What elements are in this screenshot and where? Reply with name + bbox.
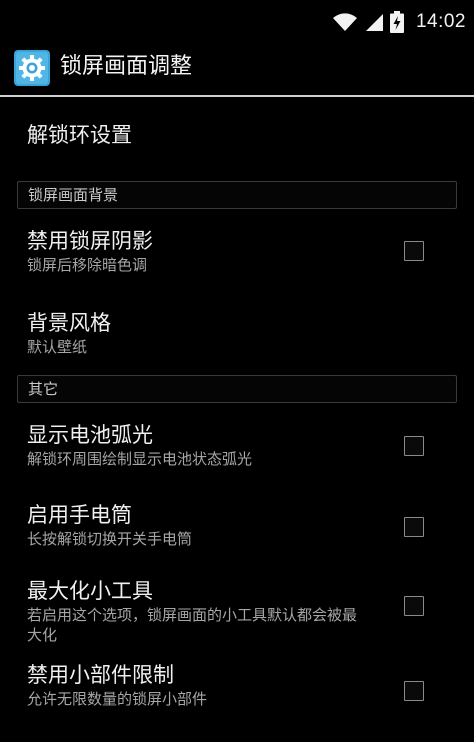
pref-summary: 锁屏后移除暗色调: [27, 256, 148, 274]
preference-list: 解锁环设置 锁屏画面背景 禁用锁屏阴影 锁屏后移除暗色调 背景风格 默认壁纸 其…: [0, 97, 474, 721]
page-title: 锁屏画面调整: [60, 54, 193, 79]
pref-summary: 解锁环周围绘制显示电池状态弧光: [27, 450, 253, 468]
pref-maximize-widgets[interactable]: 最大化小工具 若启用这个选项，锁屏画面的小工具默认都会被最大化: [0, 565, 474, 651]
pref-title: 背景风格: [27, 311, 111, 335]
wifi-icon: [332, 12, 358, 32]
pref-title: 解锁环设置: [27, 123, 132, 147]
pref-show-battery-arc[interactable]: 显示电池弧光 解锁环周围绘制显示电池状态弧光: [0, 403, 474, 485]
pref-background-style[interactable]: 背景风格 默认壁纸: [0, 293, 474, 375]
pref-summary: 允许无限数量的锁屏小部件: [27, 690, 208, 708]
pref-title: 启用手电筒: [27, 503, 132, 527]
pref-title: 最大化小工具: [27, 579, 153, 603]
signal-icon: [364, 12, 384, 32]
checkbox[interactable]: [404, 241, 424, 261]
pref-title: 显示电池弧光: [27, 423, 153, 447]
checkbox[interactable]: [404, 436, 424, 456]
checkbox[interactable]: [404, 517, 424, 537]
pref-title: 禁用锁屏阴影: [27, 229, 153, 253]
battery-charging-icon: [389, 11, 404, 33]
pref-summary: 若启用这个选项，锁屏画面的小工具默认都会被最大化: [27, 606, 358, 644]
category-label: 其它: [28, 380, 59, 398]
status-bar: 14:02: [0, 0, 474, 42]
status-icons: 14:02: [332, 9, 466, 35]
settings-gear-icon[interactable]: [14, 50, 50, 86]
category-label: 锁屏画面背景: [28, 186, 119, 204]
pref-disable-widget-limit[interactable]: 禁用小部件限制 允许无限数量的锁屏小部件: [0, 651, 474, 721]
category-lockscreen-background: 锁屏画面背景: [17, 181, 457, 209]
checkbox[interactable]: [404, 681, 424, 701]
pref-disable-lockscreen-shadow[interactable]: 禁用锁屏阴影 锁屏后移除暗色调: [0, 209, 474, 293]
pref-title: 禁用小部件限制: [27, 663, 174, 687]
action-bar: 锁屏画面调整: [0, 42, 474, 92]
checkbox[interactable]: [404, 596, 424, 616]
pref-unlock-ring-settings[interactable]: 解锁环设置: [0, 97, 474, 181]
pref-summary: 长按解锁切换开关手电筒: [27, 530, 193, 548]
pref-enable-flashlight[interactable]: 启用手电筒 长按解锁切换开关手电筒: [0, 485, 474, 565]
status-clock: 14:02: [415, 11, 466, 32]
pref-summary: 默认壁纸: [27, 338, 88, 356]
category-other: 其它: [17, 375, 457, 403]
